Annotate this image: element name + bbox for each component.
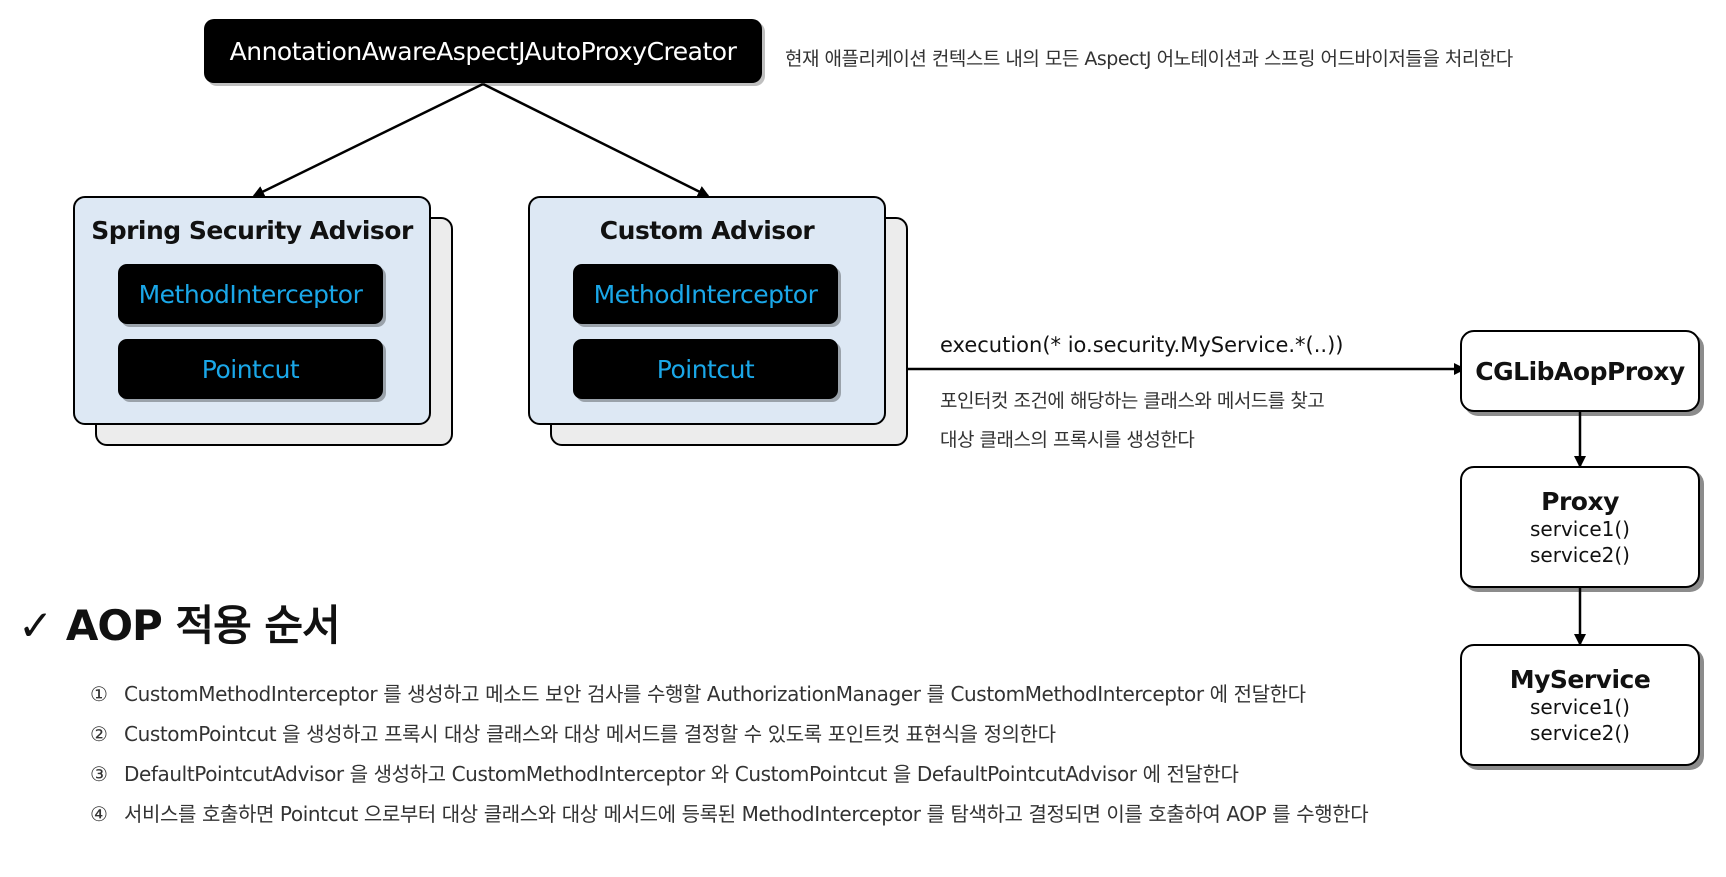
auto-proxy-creator-box: AnnotationAwareAspectJAutoProxyCreator <box>204 19 762 83</box>
pointcut-note-line2: 대상 클래스의 프록시를 생성한다 <box>940 429 1195 451</box>
proxy-title: Proxy <box>1541 486 1619 516</box>
step-item: ④ 서비스를 호출하면 Pointcut 으로부터 대상 클래스와 대상 메서드에… <box>90 798 1369 827</box>
my-service-method-2: service2() <box>1530 720 1630 745</box>
step-number: ④ <box>90 802 108 826</box>
step-number: ② <box>90 722 108 746</box>
my-service-box: MyService service1() service2() <box>1460 644 1700 766</box>
auto-proxy-creator-description: 현재 애플리케이션 컨텍스트 내의 모든 AspectJ 어노테이션과 스프링 … <box>785 48 1513 70</box>
proxy-method-2: service2() <box>1530 542 1630 567</box>
arrow-root-to-security <box>252 82 484 198</box>
custom-pointcut-box: Pointcut <box>573 339 838 399</box>
cglib-aop-proxy-box: CGLibAopProxy <box>1460 330 1700 412</box>
my-service-method-1: service1() <box>1530 694 1630 719</box>
cglib-aop-proxy-label: CGLibAopProxy <box>1475 356 1685 386</box>
security-pointcut-box: Pointcut <box>118 339 383 399</box>
custom-method-interceptor-label: MethodInterceptor <box>593 279 818 309</box>
proxy-box: Proxy service1() service2() <box>1460 466 1700 588</box>
custom-pointcut-label: Pointcut <box>656 354 755 384</box>
step-item: ② CustomPointcut 을 생성하고 프록시 대상 클래스와 대상 메서… <box>90 718 1056 747</box>
arrow-root-to-custom <box>482 82 710 198</box>
security-pointcut-label: Pointcut <box>201 354 300 384</box>
step-text: CustomPointcut 을 생성하고 프록시 대상 클래스와 대상 메서드… <box>124 722 1056 746</box>
proxy-method-1: service1() <box>1530 516 1630 541</box>
step-item: ③ DefaultPointcutAdvisor 을 생성하고 CustomMet… <box>90 758 1239 787</box>
security-method-interceptor-label: MethodInterceptor <box>138 279 363 309</box>
step-text: DefaultPointcutAdvisor 을 생성하고 CustomMeth… <box>124 762 1239 786</box>
custom-method-interceptor-box: MethodInterceptor <box>573 264 838 324</box>
step-item: ① CustomMethodInterceptor 를 생성하고 메소드 보안 검… <box>90 678 1306 707</box>
auto-proxy-creator-label: AnnotationAwareAspectJAutoProxyCreator <box>229 36 737 66</box>
aop-diagram: AnnotationAwareAspectJAutoProxyCreator 현… <box>0 0 1726 877</box>
section-title: AOP 적용 순서 <box>65 601 341 650</box>
check-icon: ✓ <box>18 601 53 650</box>
step-text: 서비스를 호출하면 Pointcut 으로부터 대상 클래스와 대상 메서드에 … <box>124 802 1369 826</box>
step-number: ① <box>90 682 108 706</box>
my-service-title: MyService <box>1509 664 1651 694</box>
security-advisor-title: Spring Security Advisor <box>91 216 413 245</box>
step-text: CustomMethodInterceptor 를 생성하고 메소드 보안 검사… <box>124 682 1306 706</box>
step-number: ③ <box>90 762 108 786</box>
pointcut-expression: execution(* io.security.MyService.*(..)) <box>940 333 1344 357</box>
section-heading: ✓ AOP 적용 순서 <box>18 592 341 653</box>
custom-advisor-title: Custom Advisor <box>599 216 815 245</box>
pointcut-note-line1: 포인터컷 조건에 해당하는 클래스와 메서드를 찾고 <box>940 390 1325 412</box>
security-method-interceptor-box: MethodInterceptor <box>118 264 383 324</box>
